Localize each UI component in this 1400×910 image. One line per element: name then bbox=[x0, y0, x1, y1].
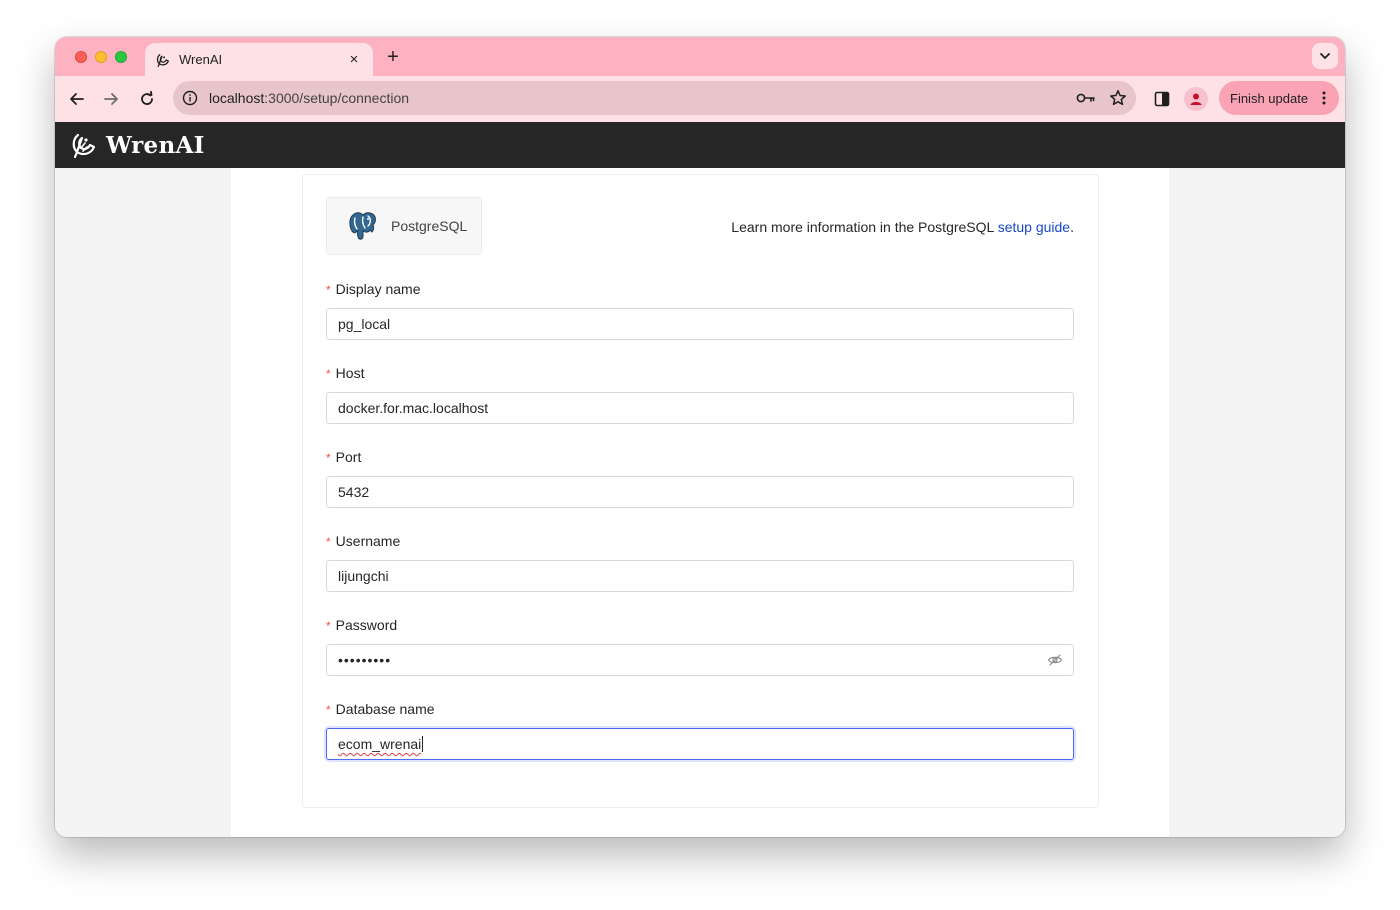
side-panel-icon[interactable] bbox=[1148, 85, 1176, 113]
tab-close-icon[interactable]: × bbox=[343, 49, 365, 71]
password-input[interactable]: ••••••••• bbox=[326, 644, 1074, 676]
connection-form-card: PostgreSQL Learn more information in the… bbox=[302, 174, 1099, 808]
port-label-text: Port bbox=[335, 449, 362, 465]
page-background: PostgreSQL Learn more information in the… bbox=[55, 168, 1345, 837]
display-name-label-text: Display name bbox=[335, 281, 421, 297]
required-mark: * bbox=[326, 283, 331, 297]
back-arrow-icon[interactable] bbox=[63, 85, 91, 113]
eye-invisible-icon[interactable] bbox=[1047, 652, 1063, 668]
username-label: * Username bbox=[326, 531, 1074, 551]
username-field: * Username lijungchi bbox=[326, 531, 1074, 592]
new-tab-button[interactable]: + bbox=[381, 45, 405, 69]
display-name-value: pg_local bbox=[338, 316, 391, 332]
username-input[interactable]: lijungchi bbox=[326, 560, 1074, 592]
address-bar[interactable]: localhost:3000/setup/connection bbox=[173, 81, 1136, 115]
learn-more-text: Learn more information in the PostgreSQL… bbox=[731, 219, 1074, 235]
text-caret bbox=[422, 736, 424, 752]
username-value: lijungchi bbox=[338, 568, 389, 584]
port-label: * Port bbox=[326, 447, 1074, 467]
wren-bird-icon bbox=[155, 52, 171, 68]
zoom-window-button[interactable] bbox=[115, 51, 127, 63]
datasource-badge: PostgreSQL bbox=[326, 197, 482, 255]
password-label-text: Password bbox=[335, 617, 398, 633]
host-label-text: Host bbox=[335, 365, 365, 381]
password-value: ••••••••• bbox=[338, 652, 392, 668]
required-mark: * bbox=[326, 703, 331, 717]
database-name-label: * Database name bbox=[326, 699, 1074, 719]
url-text: localhost:3000/setup/connection bbox=[209, 90, 1072, 106]
app-header: WrenAI bbox=[55, 122, 1345, 168]
required-mark: * bbox=[326, 619, 331, 633]
port-field: * Port 5432 bbox=[326, 447, 1074, 508]
required-mark: * bbox=[326, 367, 331, 381]
username-label-text: Username bbox=[335, 533, 401, 549]
host-input[interactable]: docker.for.mac.localhost bbox=[326, 392, 1074, 424]
finish-update-label: Finish update bbox=[1230, 90, 1309, 106]
brand-name: WrenAI bbox=[106, 131, 205, 159]
display-name-input[interactable]: pg_local bbox=[326, 308, 1074, 340]
required-mark: * bbox=[326, 535, 331, 549]
more-vert-icon[interactable] bbox=[1315, 91, 1333, 105]
postgresql-elephant-icon bbox=[346, 209, 380, 243]
display-name-field: * Display name pg_local bbox=[326, 279, 1074, 340]
database-name-label-text: Database name bbox=[335, 701, 435, 717]
bookmark-star-icon[interactable] bbox=[1104, 84, 1132, 112]
learn-more-prefix: Learn more information in the PostgreSQL bbox=[731, 219, 998, 235]
finish-update-button[interactable]: Finish update bbox=[1219, 81, 1339, 115]
setup-guide-link[interactable]: setup guide bbox=[998, 219, 1070, 235]
datasource-name: PostgreSQL bbox=[391, 218, 468, 234]
forward-arrow-icon[interactable] bbox=[97, 85, 125, 113]
host-field: * Host docker.for.mac.localhost bbox=[326, 363, 1074, 424]
required-mark: * bbox=[326, 451, 331, 465]
password-key-icon[interactable] bbox=[1072, 84, 1100, 112]
content-column: PostgreSQL Learn more information in the… bbox=[231, 168, 1169, 837]
port-value: 5432 bbox=[338, 484, 370, 500]
database-name-field: * Database name ecom_wrenai bbox=[326, 699, 1074, 760]
tab-strip: WrenAI × + bbox=[55, 37, 1345, 76]
tab-title: WrenAI bbox=[179, 52, 223, 67]
url-path: :3000/setup/connection bbox=[264, 90, 410, 106]
host-value: docker.for.mac.localhost bbox=[338, 400, 489, 416]
close-window-button[interactable] bbox=[75, 51, 87, 63]
password-label: * Password bbox=[326, 615, 1074, 635]
browser-toolbar: localhost:3000/setup/connection Finish u… bbox=[55, 76, 1345, 122]
site-info-icon[interactable] bbox=[181, 89, 199, 107]
database-name-value: ecom_wrenai bbox=[338, 736, 422, 752]
profile-icon[interactable] bbox=[1184, 87, 1208, 111]
reload-icon[interactable] bbox=[133, 85, 161, 113]
tab-wrenai[interactable]: WrenAI × bbox=[145, 43, 373, 76]
host-label: * Host bbox=[326, 363, 1074, 383]
browser-window: WrenAI × + localhost:3000/setup/connecti… bbox=[55, 37, 1345, 837]
tab-search-icon[interactable] bbox=[1312, 43, 1338, 69]
learn-more-suffix: . bbox=[1070, 219, 1074, 235]
url-host: localhost bbox=[209, 90, 265, 106]
database-name-input[interactable]: ecom_wrenai bbox=[326, 728, 1074, 760]
port-input[interactable]: 5432 bbox=[326, 476, 1074, 508]
password-field: * Password ••••••••• bbox=[326, 615, 1074, 676]
wren-logo-icon bbox=[69, 130, 99, 160]
display-name-label: * Display name bbox=[326, 279, 1074, 299]
minimize-window-button[interactable] bbox=[95, 51, 107, 63]
